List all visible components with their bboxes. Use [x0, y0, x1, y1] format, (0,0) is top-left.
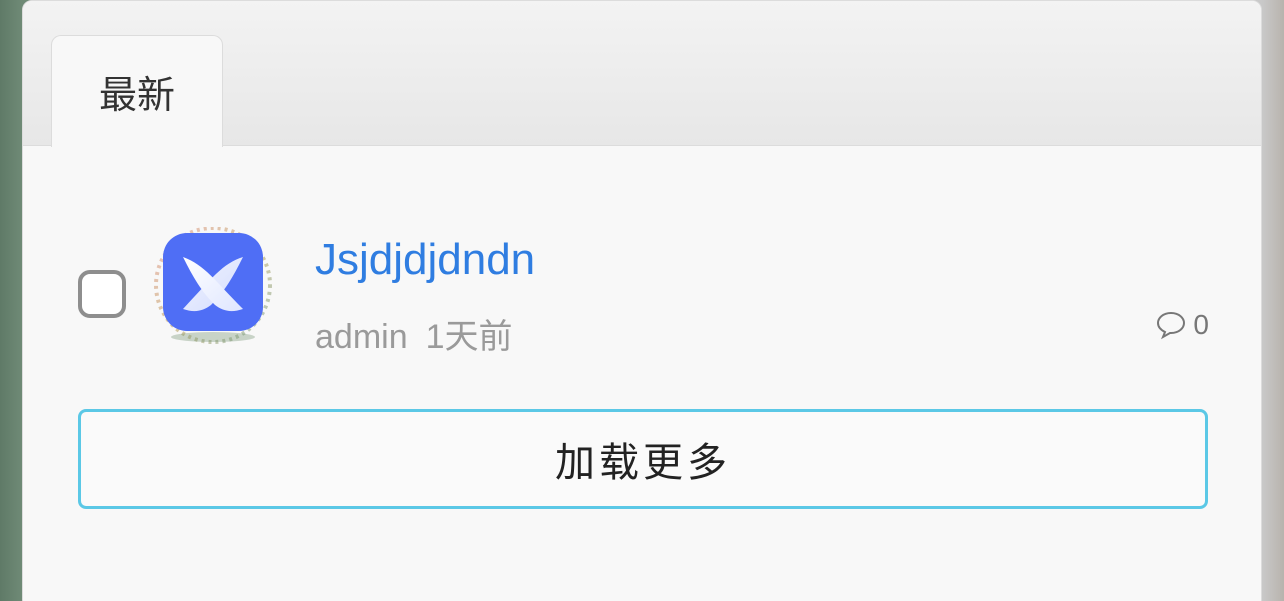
topic-time: 1天前: [425, 318, 513, 356]
topic-author[interactable]: admin: [315, 318, 408, 356]
topic-list-panel: 最新 Jsjdjdjdndn admin 1天前 0 加载更多: [22, 0, 1262, 601]
topic-meta: admin 1天前: [315, 309, 513, 358]
tab-latest-label: 最新: [98, 75, 175, 117]
tab-latest[interactable]: 最新: [51, 35, 223, 147]
comment-count-value: 0: [1193, 309, 1209, 340]
x-logo-icon[interactable]: [153, 226, 273, 347]
comment-count[interactable]: 0: [1155, 309, 1209, 341]
topic-title-link[interactable]: Jsjdjdjdndn: [315, 235, 535, 285]
tab-bar: 最新: [23, 1, 1261, 147]
topic-row: Jsjdjdjdndn admin 1天前 0: [23, 211, 1261, 361]
comment-bubble-icon: [1157, 311, 1186, 340]
topic-select-checkbox[interactable]: [78, 270, 126, 318]
load-more-button[interactable]: 加载更多: [78, 409, 1208, 509]
